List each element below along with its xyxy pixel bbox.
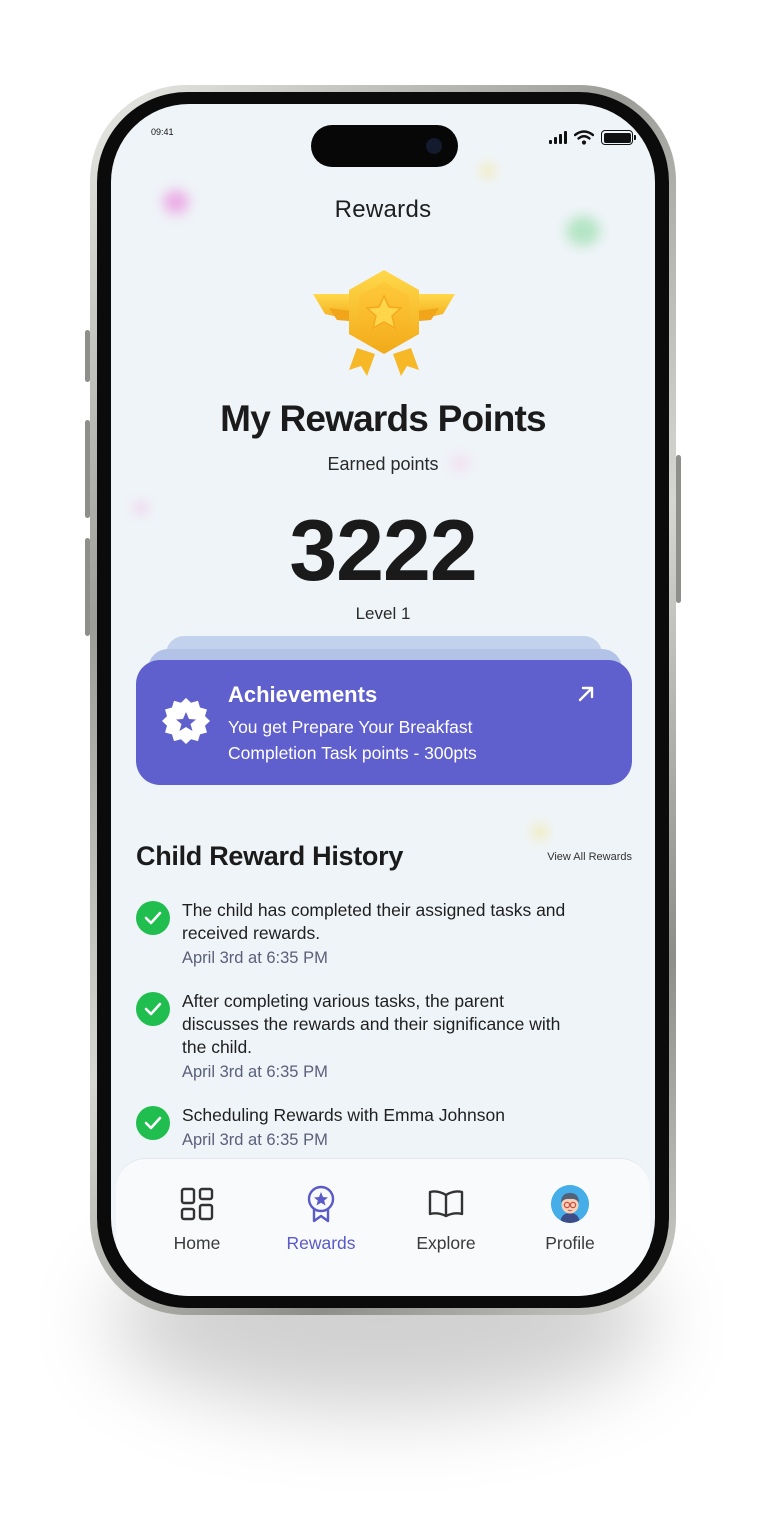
wifi-icon (574, 130, 594, 145)
history-item-text: The child has completed their assigned t… (182, 900, 566, 943)
battery-icon (601, 130, 636, 145)
reward-history-list: The child has completed their assigned t… (136, 899, 636, 1172)
cellular-signal-icon (549, 131, 567, 144)
status-time: 09:41 (151, 127, 174, 137)
camera-lens (426, 138, 442, 154)
tab-rewards-label: Rewards (286, 1233, 356, 1253)
achievements-card[interactable]: Achievements You get Prepare Your Breakf… (136, 660, 632, 785)
book-icon (427, 1185, 465, 1223)
achievements-title: Achievements (228, 682, 378, 707)
check-circle-icon (136, 992, 170, 1026)
avatar (551, 1185, 589, 1223)
history-item-time: April 3rd at 6:35 PM (182, 1131, 328, 1149)
reward-medal-icon (313, 270, 455, 376)
grid-icon (178, 1185, 216, 1223)
history-item-text: After completing various tasks, the pare… (182, 991, 561, 1057)
confetti-blob (531, 824, 549, 840)
history-title: Child Reward History (136, 841, 404, 871)
tab-profile-label: Profile (545, 1233, 595, 1253)
points-level: Level 1 (355, 604, 411, 623)
view-all-rewards-link[interactable]: View All Rewards (547, 851, 632, 863)
medal-icon (302, 1185, 340, 1223)
bottom-tab-bar: Home Rewards Explore Profile (116, 1158, 650, 1296)
points-title: My Rewards Points (220, 398, 546, 439)
arrow-up-right-icon[interactable] (576, 684, 596, 704)
achievements-text: You get Prepare Your Breakfast Completio… (228, 717, 477, 763)
achievement-badge-icon (162, 698, 210, 745)
volume-up-button (85, 420, 90, 518)
history-item: Scheduling Rewards with Emma Johnson Apr… (136, 1104, 636, 1152)
history-item: After completing various tasks, the pare… (136, 990, 636, 1084)
power-button (676, 455, 681, 603)
tab-profile[interactable]: Profile (515, 1185, 625, 1254)
history-item-time: April 3rd at 6:35 PM (182, 1063, 328, 1081)
tab-rewards[interactable]: Rewards (266, 1185, 376, 1254)
action-button (85, 330, 90, 382)
check-circle-icon (136, 1106, 170, 1140)
volume-down-button (85, 538, 90, 636)
page-title: Rewards (334, 196, 432, 223)
tab-explore[interactable]: Explore (391, 1185, 501, 1254)
history-item-time: April 3rd at 6:35 PM (182, 949, 328, 967)
check-circle-icon (136, 901, 170, 935)
status-icons (549, 130, 636, 145)
history-item-text: Scheduling Rewards with Emma Johnson (182, 1105, 505, 1125)
points-value: 3222 (289, 503, 477, 599)
history-item: The child has completed their assigned t… (136, 899, 636, 970)
confetti-blob (481, 164, 495, 178)
tab-home[interactable]: Home (142, 1185, 252, 1254)
tab-home-label: Home (173, 1233, 221, 1253)
profile-avatar-wrapper (551, 1185, 589, 1223)
points-subtitle: Earned points (327, 454, 439, 474)
tab-explore-label: Explore (416, 1233, 476, 1253)
app-screen: 09:41 Rewards My Rewards Points Earned p… (111, 104, 655, 1296)
